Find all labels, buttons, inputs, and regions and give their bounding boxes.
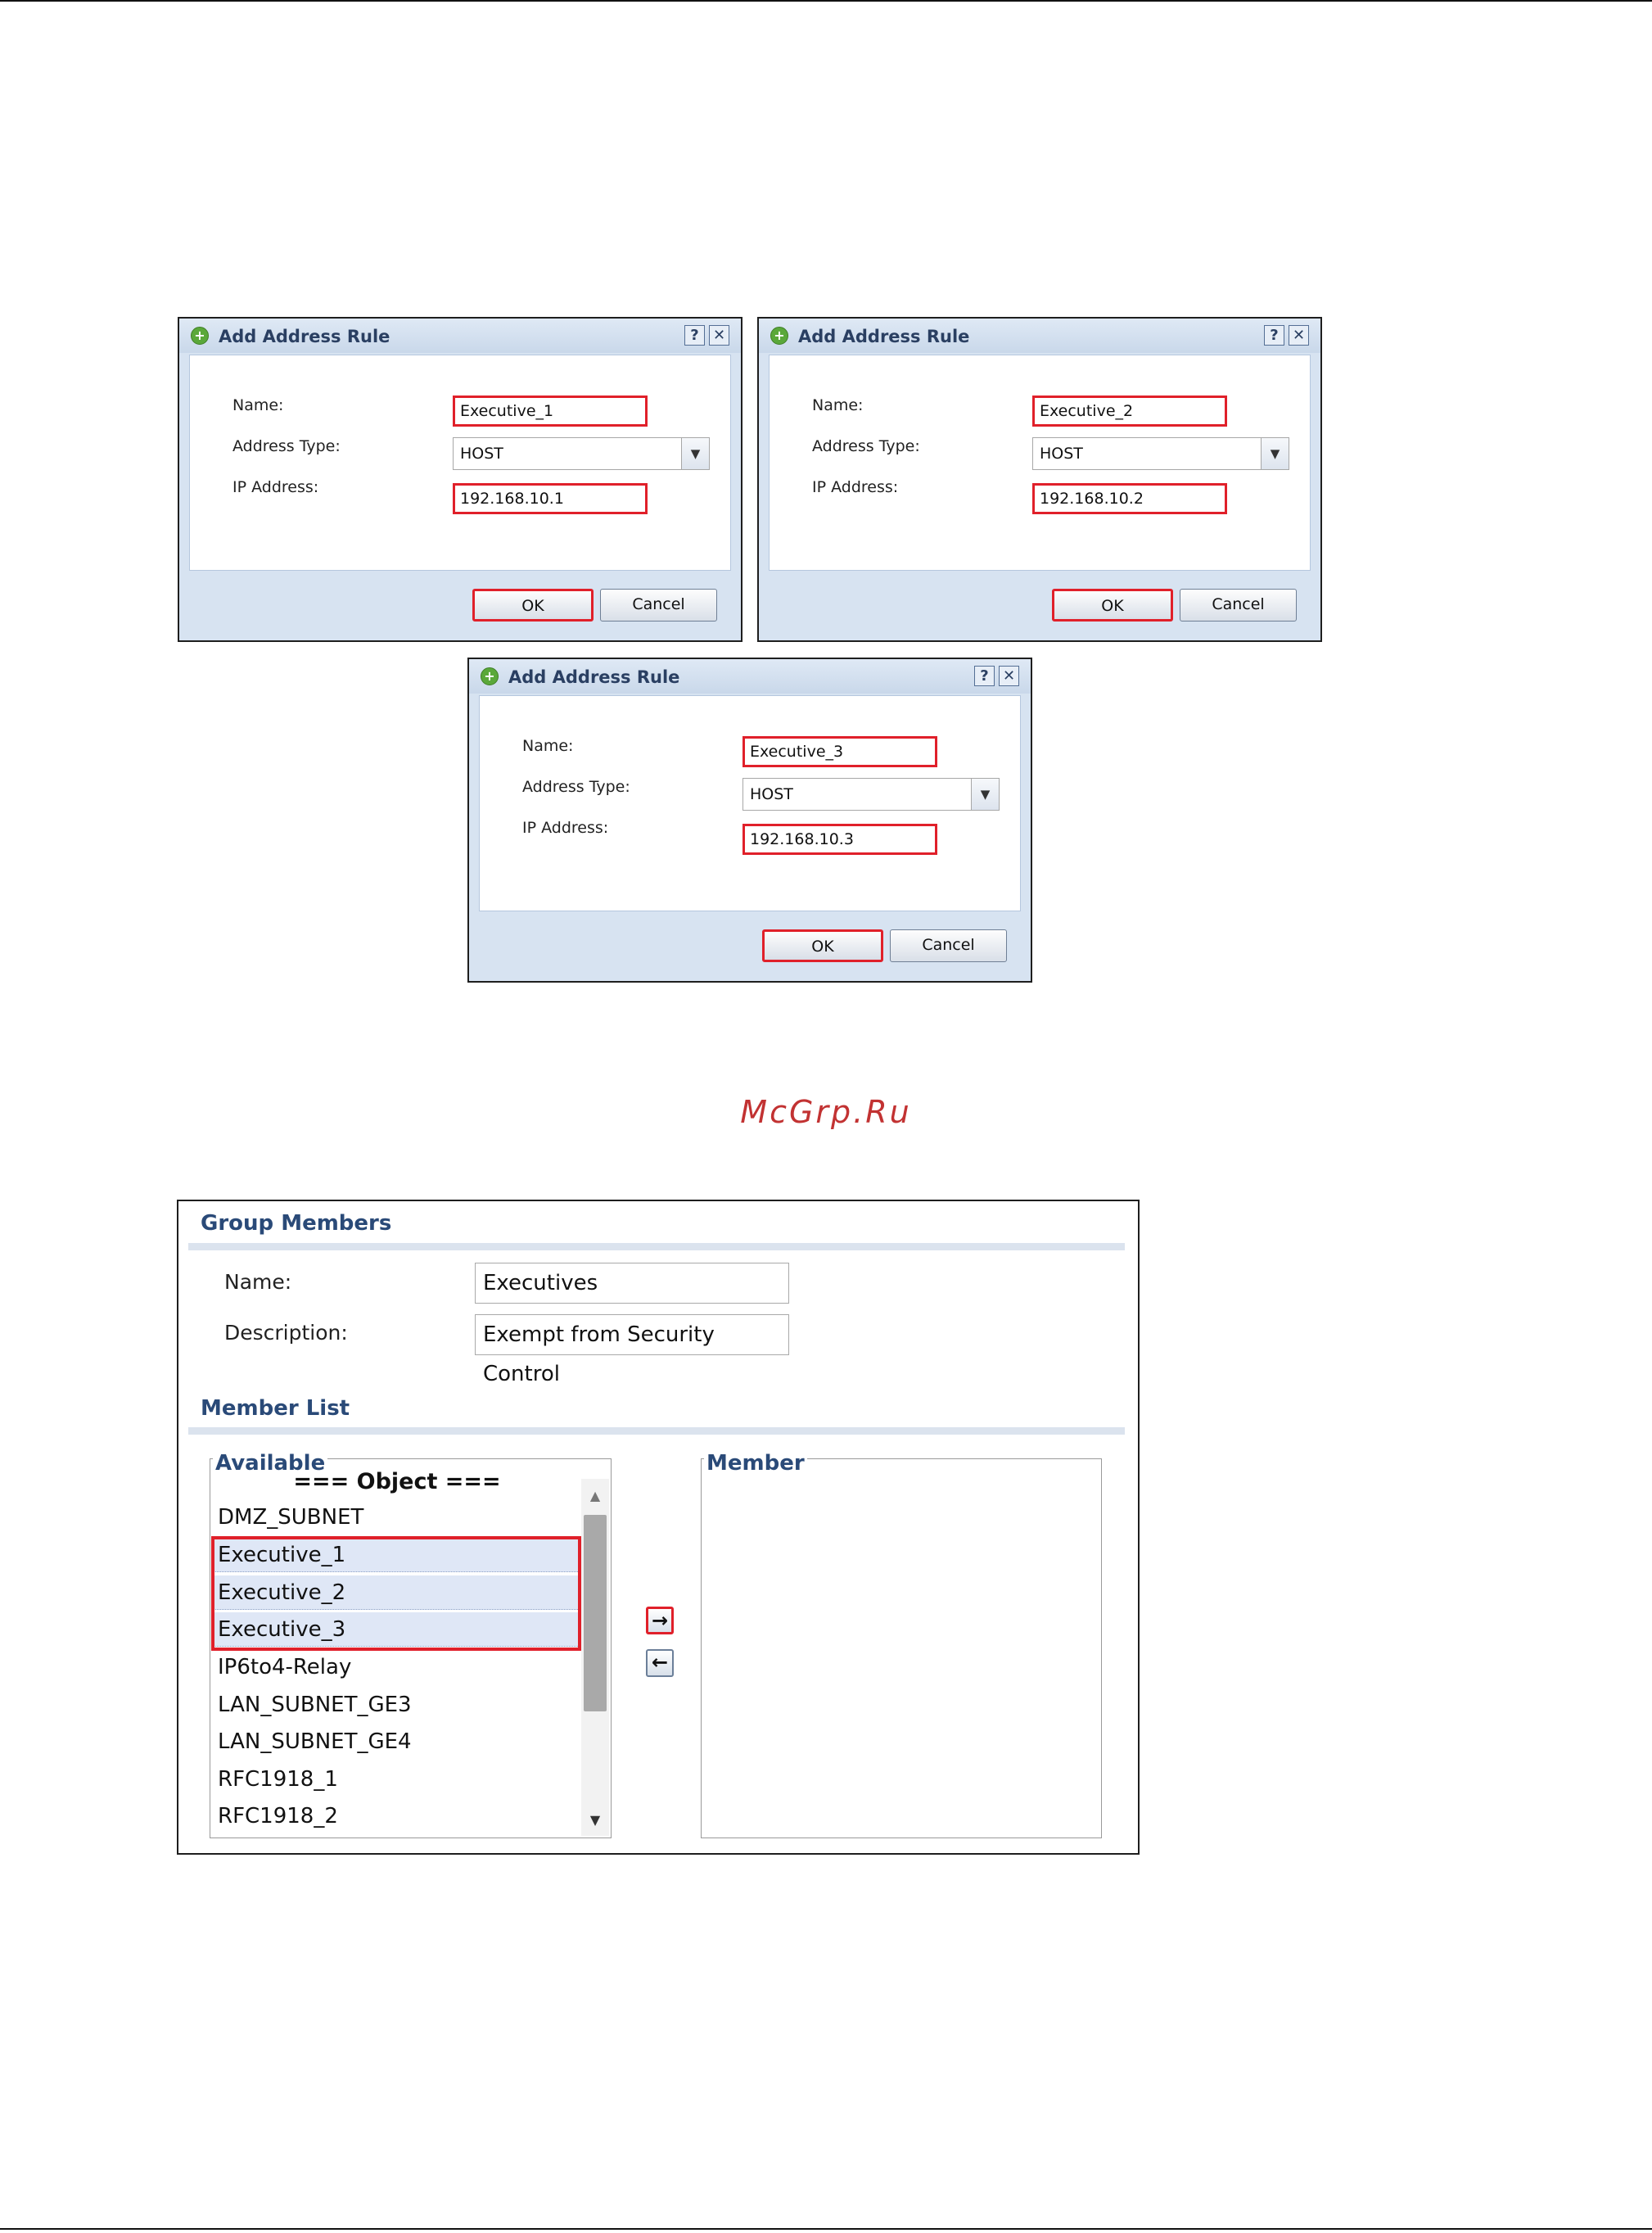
address-type-select[interactable]: HOST ▼: [453, 437, 710, 470]
dialog-titlebar: + Add Address Rule ? ✕: [179, 319, 741, 353]
group-name-input[interactable]: Executives: [475, 1263, 789, 1304]
name-label: Name:: [522, 737, 574, 755]
add-address-rule-dialog-2: + Add Address Rule ? ✕ Name: Address Typ…: [757, 317, 1322, 642]
help-button[interactable]: ?: [974, 666, 995, 686]
dialog-body: Name: Address Type: IP Address: Executiv…: [189, 355, 731, 571]
list-item-rfc1918-2[interactable]: RFC1918_2: [213, 1799, 580, 1833]
close-button[interactable]: ✕: [1289, 325, 1309, 346]
ip-address-input[interactable]: 192.168.10.1: [453, 483, 648, 514]
name-input[interactable]: Executive_2: [1032, 396, 1227, 427]
ok-button[interactable]: OK: [472, 589, 594, 622]
list-header: === Object ===: [293, 1469, 501, 1494]
help-button[interactable]: ?: [1264, 325, 1284, 346]
ip-address-input[interactable]: 192.168.10.3: [742, 824, 937, 855]
ip-address-label: IP Address:: [812, 478, 899, 496]
member-list-title: Member List: [201, 1396, 350, 1421]
address-type-select[interactable]: HOST ▼: [742, 778, 1000, 811]
add-address-rule-dialog-1: + Add Address Rule ? ✕ Name: Address Typ…: [178, 317, 742, 642]
scroll-thumb[interactable]: [584, 1515, 607, 1711]
close-button[interactable]: ✕: [999, 666, 1019, 686]
ip-address-input[interactable]: 192.168.10.2: [1032, 483, 1227, 514]
cancel-button[interactable]: Cancel: [890, 929, 1007, 962]
chevron-down-icon[interactable]: ▼: [971, 779, 999, 810]
address-type-label: Address Type:: [812, 437, 920, 455]
page-bottom-rule: [0, 2228, 1652, 2230]
list-item-dmz-subnet[interactable]: DMZ_SUBNET: [213, 1500, 580, 1535]
ok-button[interactable]: OK: [762, 929, 883, 962]
group-members-title: Group Members: [201, 1211, 392, 1236]
group-members-panel: Group Members Name: Executives Descripti…: [177, 1200, 1140, 1855]
address-type-label: Address Type:: [522, 778, 630, 796]
name-label: Name:: [812, 396, 864, 414]
cancel-button[interactable]: Cancel: [600, 589, 717, 622]
list-item-lan-subnet-ge3[interactable]: LAN_SUBNET_GE3: [213, 1688, 580, 1722]
description-label: Description:: [224, 1321, 348, 1345]
dialog-body: Name: Address Type: IP Address: Executiv…: [479, 695, 1021, 911]
name-label: Name:: [232, 396, 284, 414]
arrow-left-icon: ←: [651, 1651, 669, 1674]
name-input[interactable]: Executive_3: [742, 736, 937, 767]
ip-address-label: IP Address:: [522, 819, 609, 837]
ip-address-label: IP Address:: [232, 478, 319, 496]
dialog-title: Add Address Rule: [798, 327, 970, 346]
member-list[interactable]: Member: [701, 1451, 1102, 1838]
address-type-value: HOST: [460, 445, 503, 463]
list-item-ip6to4-relay[interactable]: IP6to4-Relay: [213, 1650, 580, 1684]
scroll-down-icon[interactable]: ▼: [581, 1808, 609, 1833]
page-top-rule: [0, 0, 1652, 2]
move-right-button[interactable]: →: [646, 1607, 674, 1634]
ok-button[interactable]: OK: [1052, 589, 1173, 622]
list-item-executive-2[interactable]: Executive_2: [213, 1575, 580, 1610]
address-type-value: HOST: [1040, 445, 1083, 463]
section-divider: [188, 1427, 1125, 1435]
dialog-body: Name: Address Type: IP Address: Executiv…: [769, 355, 1311, 571]
group-name-label: Name:: [224, 1270, 292, 1294]
list-item-executive-3[interactable]: Executive_3: [213, 1612, 580, 1647]
add-icon: +: [191, 327, 209, 345]
scrollbar[interactable]: ▲ ▼: [581, 1479, 609, 1836]
list-item-lan-subnet-ge4[interactable]: LAN_SUBNET_GE4: [213, 1724, 580, 1759]
help-button[interactable]: ?: [684, 325, 705, 346]
address-type-value: HOST: [750, 785, 793, 803]
add-icon: +: [481, 667, 499, 685]
add-icon: +: [770, 327, 788, 345]
list-item-rfc1918-1[interactable]: RFC1918_1: [213, 1762, 580, 1797]
add-address-rule-dialog-3: + Add Address Rule ? ✕ Name: Address Typ…: [467, 658, 1032, 983]
arrow-right-icon: →: [651, 1609, 669, 1632]
dialog-titlebar: + Add Address Rule ? ✕: [759, 319, 1320, 353]
scroll-up-icon[interactable]: ▲: [581, 1484, 609, 1508]
address-type-select[interactable]: HOST ▼: [1032, 437, 1289, 470]
name-input[interactable]: Executive_1: [453, 396, 648, 427]
section-divider: [188, 1243, 1125, 1250]
dialog-title: Add Address Rule: [508, 667, 680, 687]
address-type-label: Address Type:: [232, 437, 341, 455]
chevron-down-icon[interactable]: ▼: [1261, 438, 1289, 469]
move-left-button[interactable]: ←: [646, 1649, 674, 1677]
chevron-down-icon[interactable]: ▼: [681, 438, 709, 469]
list-item-executive-1[interactable]: Executive_1: [213, 1538, 580, 1572]
watermark: McGrp.Ru: [740, 1094, 912, 1130]
close-button[interactable]: ✕: [709, 325, 729, 346]
dialog-titlebar: + Add Address Rule ? ✕: [469, 659, 1031, 694]
member-legend: Member: [704, 1451, 807, 1476]
description-input[interactable]: Exempt from Security Control: [475, 1314, 789, 1386]
dialog-title: Add Address Rule: [219, 327, 390, 346]
available-list[interactable]: Available === Object === DMZ_SUBNET Exec…: [210, 1451, 612, 1838]
cancel-button[interactable]: Cancel: [1180, 589, 1297, 622]
